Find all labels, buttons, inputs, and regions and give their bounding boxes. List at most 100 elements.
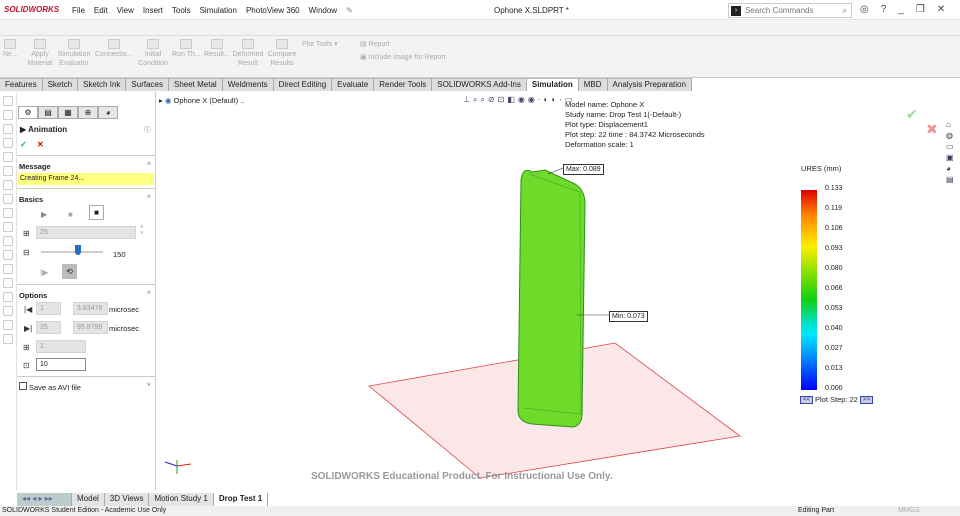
graphics-area[interactable]: ▸ ◉ Ophone X (Default) .. ⊥⌕⌕⊘⊡◧◉◉·◐◐·▭ … bbox=[157, 92, 960, 490]
collapse-icon[interactable]: ˄ bbox=[147, 290, 151, 297]
start-frame-field[interactable]: 1 bbox=[36, 302, 61, 315]
ribbon-run[interactable]: Run Th... bbox=[172, 39, 201, 59]
tool-icon[interactable] bbox=[3, 110, 13, 120]
ribbon-apply-material[interactable]: Apply Material bbox=[26, 39, 54, 68]
tab-mbd[interactable]: MBD bbox=[578, 78, 608, 91]
tool-icon[interactable] bbox=[3, 306, 13, 316]
basics-header[interactable]: Basics bbox=[19, 195, 43, 204]
menu-window[interactable]: Window bbox=[309, 6, 337, 15]
tool-icon[interactable] bbox=[3, 222, 13, 232]
search-input[interactable]: Search Commands bbox=[745, 6, 813, 15]
ribbon-plot-tools[interactable]: Plot Tools ▾ bbox=[302, 40, 338, 49]
units-selector[interactable]: MMGS bbox=[898, 506, 920, 516]
collapse-icon[interactable]: ˄ bbox=[147, 194, 151, 201]
ribbon-report[interactable]: ▤ Report bbox=[360, 40, 390, 49]
ribbon-results[interactable]: Result... bbox=[204, 39, 230, 59]
tab-weldments[interactable]: Weldments bbox=[222, 78, 274, 91]
tab-simulation[interactable]: Simulation bbox=[526, 78, 579, 91]
minimize-button[interactable]: _ bbox=[898, 4, 904, 15]
frames-field[interactable]: 25 bbox=[36, 226, 136, 239]
tool-icon[interactable] bbox=[3, 124, 13, 134]
spinner[interactable]: ˄ ˅ bbox=[140, 225, 144, 237]
tab-sketch[interactable]: Sketch bbox=[42, 78, 79, 91]
collapse-icon[interactable]: ˄ bbox=[147, 161, 151, 168]
tool-icon[interactable] bbox=[3, 180, 13, 190]
search-icon[interactable]: ⌕ bbox=[843, 6, 847, 16]
account-icon[interactable]: ◎ bbox=[860, 4, 869, 15]
tool-icon[interactable] bbox=[3, 138, 13, 148]
tool-icon[interactable] bbox=[3, 292, 13, 302]
pause-icon[interactable]: ■ bbox=[68, 210, 73, 219]
ribbon-compare-results[interactable]: Compare Results bbox=[267, 39, 297, 68]
cancel-x-icon[interactable]: ✕ bbox=[37, 140, 44, 149]
ribbon-initial-condition[interactable]: Initial Condition bbox=[137, 39, 169, 68]
search-commands[interactable]: › Search Commands ⌕ bbox=[728, 3, 852, 18]
tab-3d-views[interactable]: 3D Views bbox=[104, 493, 150, 506]
save-avi-checkbox[interactable] bbox=[19, 382, 27, 390]
options-header[interactable]: Options bbox=[19, 291, 47, 300]
tool-icon[interactable] bbox=[3, 208, 13, 218]
tab-features[interactable]: Features bbox=[0, 78, 43, 91]
restore-button[interactable]: ❐ bbox=[916, 4, 925, 15]
menu-simulation[interactable]: Simulation bbox=[200, 6, 237, 15]
tool-icon[interactable] bbox=[3, 320, 13, 330]
ribbon-deformed-result[interactable]: Deformed Result bbox=[232, 39, 264, 68]
play-icon[interactable]: ▶ bbox=[41, 210, 47, 219]
start-time-field[interactable]: 3.83478 bbox=[73, 302, 108, 315]
ribbon-simulation-evaluator[interactable]: Simulation Evaluator bbox=[57, 39, 91, 68]
tab-analysis-preparation[interactable]: Analysis Preparation bbox=[607, 78, 692, 91]
next-step-button[interactable]: >> bbox=[859, 395, 873, 404]
menu-view[interactable]: View bbox=[117, 6, 134, 15]
tab-direct-editing[interactable]: Direct Editing bbox=[273, 78, 333, 91]
tool-icon[interactable] bbox=[3, 236, 13, 246]
tool-icon[interactable] bbox=[3, 194, 13, 204]
display-tab[interactable]: ◕ bbox=[98, 106, 118, 119]
message-header[interactable]: Message bbox=[19, 162, 51, 171]
tool-icon[interactable] bbox=[3, 278, 13, 288]
stop-button[interactable]: ■ bbox=[89, 205, 104, 220]
help-icon[interactable]: ? bbox=[881, 4, 887, 15]
tab-evaluate[interactable]: Evaluate bbox=[332, 78, 375, 91]
menu-insert[interactable]: Insert bbox=[143, 6, 163, 15]
tab-drop-test[interactable]: Drop Test 1 bbox=[213, 493, 269, 506]
configuration-tab[interactable]: ▦ bbox=[58, 106, 78, 119]
dimxpert-tab[interactable]: ⊕ bbox=[78, 106, 98, 119]
tool-icon[interactable] bbox=[3, 250, 13, 260]
property-manager-tab[interactable]: ▤ bbox=[38, 106, 58, 119]
menu-edit[interactable]: Edit bbox=[94, 6, 108, 15]
fps-field[interactable]: 10 bbox=[36, 358, 86, 371]
end-frame-field[interactable]: 25 bbox=[36, 321, 61, 334]
tool-icon[interactable] bbox=[3, 152, 13, 162]
tool-icon[interactable] bbox=[3, 264, 13, 274]
tab-motion-study[interactable]: Motion Study 1 bbox=[149, 493, 214, 506]
ribbon-include-image[interactable]: ▣ Include Image for Report bbox=[360, 53, 446, 62]
feature-manager-tab[interactable]: ⚙ bbox=[18, 106, 38, 119]
expand-icon[interactable]: ˅ bbox=[147, 382, 151, 389]
tab-model[interactable]: Model bbox=[72, 493, 105, 506]
tab-sheet-metal[interactable]: Sheet Metal bbox=[168, 78, 223, 91]
tool-icon[interactable] bbox=[3, 96, 13, 106]
prev-step-button[interactable]: << bbox=[800, 395, 814, 404]
step-field[interactable]: 1 bbox=[36, 340, 86, 353]
tab-surfaces[interactable]: Surfaces bbox=[126, 78, 169, 91]
slider-thumb[interactable] bbox=[75, 245, 82, 255]
ok-check-icon[interactable]: ✓ bbox=[20, 140, 27, 149]
pin-icon[interactable]: ✎ bbox=[346, 6, 353, 15]
tab-scroll-arrows[interactable]: ◂◂ ◂ ▸ ▸▸ bbox=[17, 493, 72, 506]
ribbon-connections[interactable]: Connectio... bbox=[95, 39, 132, 59]
close-button[interactable]: ✕ bbox=[937, 4, 945, 15]
menu-tools[interactable]: Tools bbox=[172, 6, 191, 15]
play-once-icon[interactable]: |▶ bbox=[40, 268, 48, 277]
tab-render-tools[interactable]: Render Tools bbox=[374, 78, 433, 91]
tool-icon[interactable] bbox=[3, 166, 13, 176]
end-time-field[interactable]: 95.8799 bbox=[73, 321, 108, 334]
menu-photoview[interactable]: PhotoView 360 bbox=[246, 6, 300, 15]
tab-addins[interactable]: SOLIDWORKS Add-Ins bbox=[432, 78, 527, 91]
ribbon-new-study[interactable]: Ne... bbox=[3, 39, 18, 59]
menu-file[interactable]: File bbox=[72, 6, 85, 15]
tool-icon[interactable] bbox=[3, 334, 13, 344]
loop-button[interactable]: ⟲ bbox=[62, 264, 77, 279]
tab-sketch-ink[interactable]: Sketch Ink bbox=[78, 78, 127, 91]
speed-slider[interactable] bbox=[41, 251, 103, 253]
help-icon[interactable]: ⓘ bbox=[144, 125, 151, 135]
